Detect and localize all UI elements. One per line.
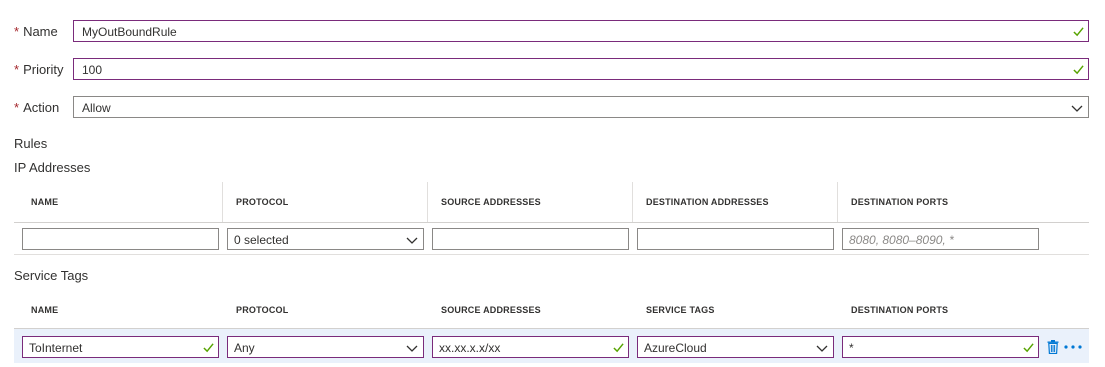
name-row: * Name MyOutBoundRule <box>0 20 1105 42</box>
check-icon <box>1073 65 1084 75</box>
column-header-name: NAME <box>31 305 59 315</box>
action-dropdown[interactable]: Allow <box>73 96 1089 118</box>
check-icon <box>1073 27 1084 37</box>
column-divider <box>632 182 633 222</box>
column-header-destination-addresses: DESTINATION ADDRESSES <box>646 197 769 207</box>
row-divider <box>14 254 1089 255</box>
st-protocol-dropdown[interactable]: Any <box>227 336 424 358</box>
check-icon <box>1023 343 1034 353</box>
ip-source-addresses-input[interactable] <box>432 228 629 250</box>
column-header-protocol: PROTOCOL <box>236 197 289 207</box>
column-header-source-addresses: SOURCE ADDRESSES <box>441 305 541 315</box>
ip-destination-addresses-input[interactable] <box>637 228 834 250</box>
column-header-name: NAME <box>31 197 59 207</box>
column-header-destination-ports: DESTINATION PORTS <box>851 197 949 207</box>
column-header-source-addresses: SOURCE ADDRESSES <box>441 197 541 207</box>
more-options-icon[interactable] <box>1064 345 1082 349</box>
required-mark: * <box>14 24 20 39</box>
action-row: * Action Allow <box>0 96 1105 118</box>
name-input[interactable]: MyOutBoundRule <box>73 20 1089 42</box>
column-divider <box>427 182 428 222</box>
chevron-down-icon <box>816 345 828 352</box>
column-header-destination-ports: DESTINATION PORTS <box>851 305 949 315</box>
check-icon <box>203 343 214 353</box>
column-header-protocol: PROTOCOL <box>236 305 289 315</box>
st-source-addresses-input[interactable]: xx.xx.x.x/xx <box>432 336 629 358</box>
chevron-down-icon <box>406 345 418 352</box>
chevron-down-icon <box>406 237 418 244</box>
rules-heading: Rules <box>14 136 48 151</box>
service-tags-heading: Service Tags <box>14 268 89 283</box>
chevron-down-icon <box>1071 105 1083 112</box>
st-name-input[interactable]: ToInternet <box>22 336 219 358</box>
ip-addresses-heading: IP Addresses <box>14 160 91 175</box>
required-mark: * <box>14 62 20 77</box>
column-header-service-tags: SERVICE TAGS <box>646 305 715 315</box>
priority-label: * Priority <box>14 62 64 77</box>
ports-placeholder: 8080, 8080–8090, * <box>849 233 954 247</box>
header-divider <box>14 222 1089 223</box>
required-mark: * <box>14 100 20 115</box>
priority-row: * Priority 100 <box>0 58 1105 80</box>
st-destination-ports-input[interactable]: * <box>842 336 1039 358</box>
ip-destination-ports-input[interactable]: 8080, 8080–8090, * <box>842 228 1039 250</box>
column-divider <box>837 182 838 222</box>
ip-protocol-dropdown[interactable]: 0 selected <box>227 228 424 250</box>
delete-icon[interactable] <box>1047 340 1059 354</box>
column-divider <box>222 182 223 222</box>
action-label: * Action <box>14 100 60 115</box>
name-label: * Name <box>14 24 58 39</box>
st-service-tags-dropdown[interactable]: AzureCloud <box>637 336 834 358</box>
priority-input[interactable]: 100 <box>73 58 1089 80</box>
check-icon <box>613 343 624 353</box>
ip-name-input[interactable] <box>22 228 219 250</box>
